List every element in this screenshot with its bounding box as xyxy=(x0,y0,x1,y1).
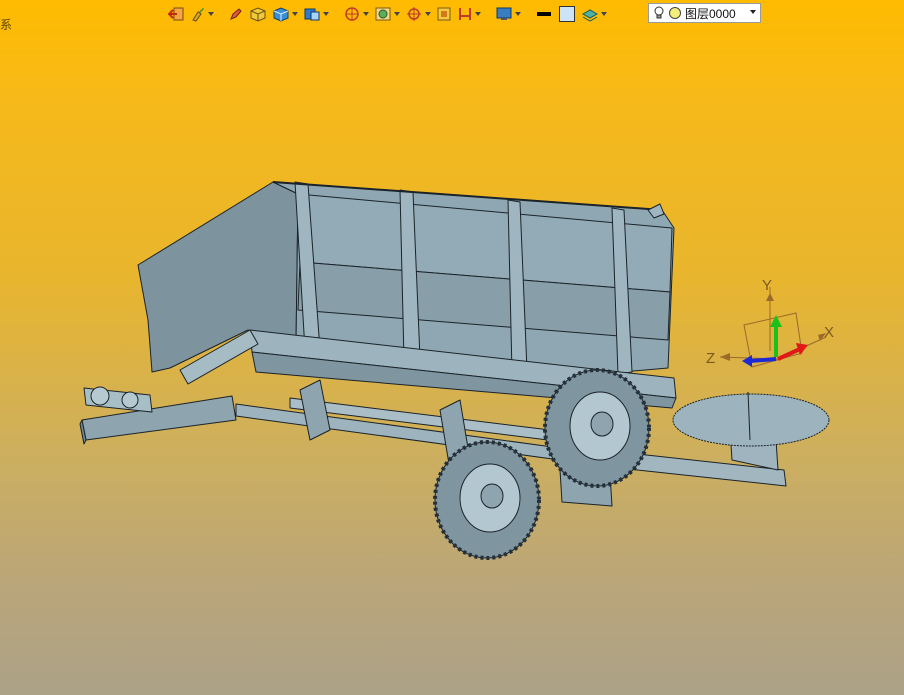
z-axis-label: Z xyxy=(706,350,715,367)
wheel-rear xyxy=(433,440,541,560)
axis-triad[interactable]: Y Z X xyxy=(700,275,840,385)
3d-viewport[interactable]: 系 图层0000 Y Z X xyxy=(0,0,904,695)
y-axis-label: Y xyxy=(762,277,772,294)
z-arrow-icon xyxy=(720,353,730,361)
spreader-disc xyxy=(672,393,830,447)
x-axis-label: X xyxy=(824,324,834,341)
y-arrow-icon xyxy=(766,293,774,301)
wheel-front xyxy=(543,368,651,488)
